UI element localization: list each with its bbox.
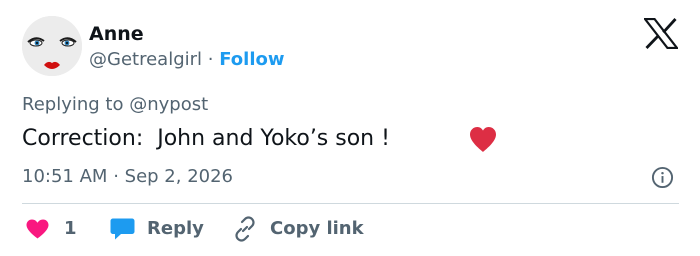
copy-link-button[interactable]: Copy link <box>232 216 364 242</box>
reply-mention-link[interactable]: @nypost <box>129 94 208 115</box>
reply-context: Replying to @nypost <box>22 93 208 117</box>
heart-icon <box>26 219 49 239</box>
link-icon <box>235 216 255 242</box>
speech-bubble-icon <box>110 218 135 240</box>
divider <box>22 203 679 204</box>
like-count: 1 <box>64 218 77 239</box>
avatar[interactable] <box>22 16 82 76</box>
author-handle-row: @Getrealgirl · Follow <box>89 48 285 72</box>
separator-dot: · <box>207 49 214 70</box>
like-button[interactable]: 1 <box>26 216 77 242</box>
author-handle[interactable]: @Getrealgirl <box>89 49 202 70</box>
tweet-timestamp[interactable]: 10:51 AM · Sep 2, 2026 <box>22 165 233 189</box>
x-logo-icon[interactable] <box>644 18 678 49</box>
follow-button[interactable]: Follow <box>219 49 284 70</box>
copy-link-label: Copy link <box>270 218 364 239</box>
avatar-image <box>22 16 82 76</box>
tweet-text: Correction: John and Yoko’s son ! <box>22 126 390 151</box>
red-heart-emoji-icon <box>470 127 496 152</box>
info-icon[interactable] <box>651 166 674 189</box>
reply-label: Reply <box>147 218 204 239</box>
reply-button[interactable]: Reply <box>110 216 204 242</box>
author-name[interactable]: Anne <box>89 22 144 46</box>
tweet-date: Sep 2, 2026 <box>124 166 234 187</box>
replying-to-label: Replying to <box>22 94 124 115</box>
tweet-time: 10:51 AM <box>22 166 108 187</box>
timestamp-separator: · <box>113 166 119 187</box>
